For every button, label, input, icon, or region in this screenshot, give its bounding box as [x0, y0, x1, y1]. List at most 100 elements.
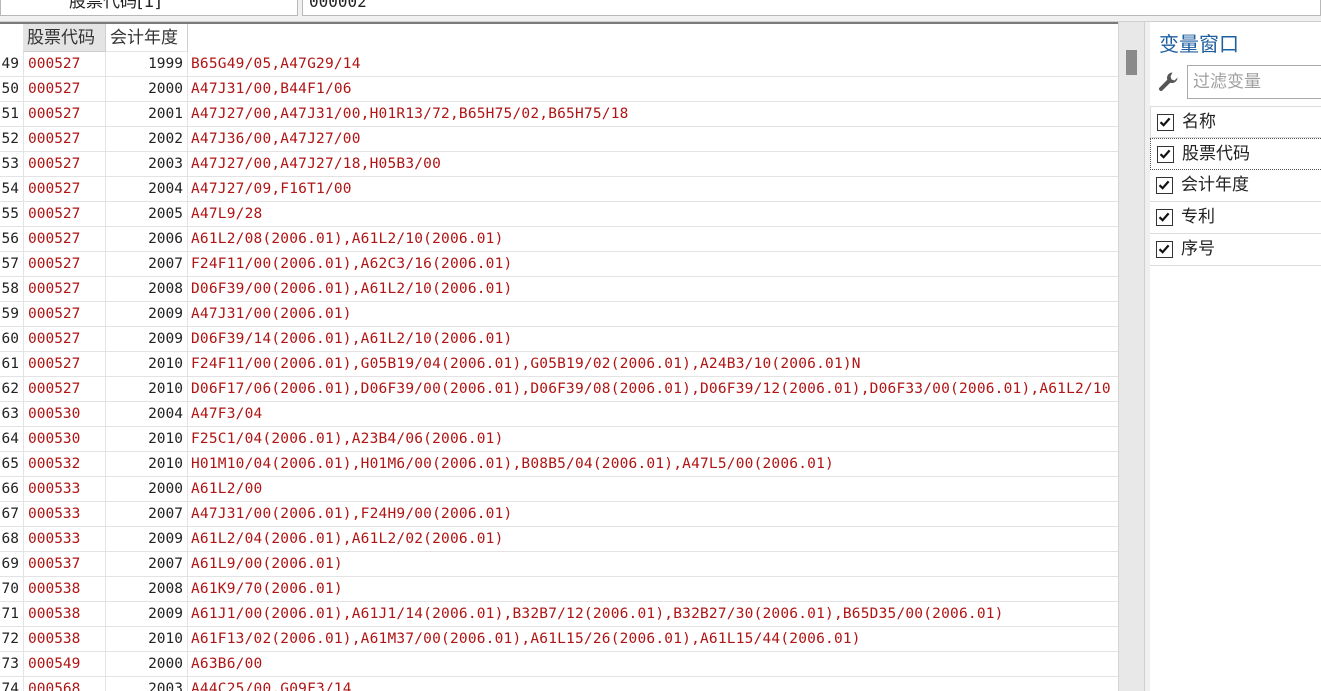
- cell-fiscal-year[interactable]: 2010: [106, 452, 188, 477]
- cell-patent[interactable]: A61F13/02(2006.01),A61M37/00(2006.01),A6…: [191, 627, 1118, 652]
- cell-stock-code[interactable]: 000538: [23, 627, 106, 652]
- cell-fiscal-year[interactable]: 2010: [106, 627, 188, 652]
- cell-stock-code[interactable]: 000537: [23, 552, 106, 577]
- cell-stock-code[interactable]: 000527: [23, 52, 106, 77]
- cell-stock-code[interactable]: 000527: [23, 377, 106, 402]
- cell-fiscal-year[interactable]: 2009: [106, 527, 188, 552]
- cell-fiscal-year[interactable]: 2009: [106, 302, 188, 327]
- cell-fiscal-year[interactable]: 2002: [106, 127, 188, 152]
- table-row[interactable]: 71 000538 2009 A61J1/00(2006.01),A61J1/14(2…: [0, 602, 1118, 627]
- cell-patent[interactable]: H01M10/04(2006.01),H01M6/00(2006.01),B08…: [191, 452, 1118, 477]
- table-row[interactable]: 64 000530 2010 F25C1/04(2006.01),A23B4/06(2…: [0, 427, 1118, 452]
- table-row[interactable]: 50 000527 2000 A47J31/00,B44F1/06: [0, 77, 1118, 102]
- cell-fiscal-year[interactable]: 2009: [106, 602, 188, 627]
- table-row[interactable]: 52 000527 2002 A47J36/00,A47J27/00: [0, 127, 1118, 152]
- cell-fiscal-year[interactable]: 2003: [106, 677, 188, 691]
- cell-patent[interactable]: D06F39/00(2006.01),A61L2/10(2006.01): [191, 277, 1118, 302]
- column-header-stock-code[interactable]: 股票代码: [23, 24, 106, 52]
- cell-patent[interactable]: D06F39/14(2006.01),A61L2/10(2006.01): [191, 327, 1118, 352]
- table-row[interactable]: 66 000533 2000 A61L2/00: [0, 477, 1118, 502]
- cell-stock-code[interactable]: 000527: [23, 252, 106, 277]
- cell-fiscal-year[interactable]: 2006: [106, 227, 188, 252]
- cell-fiscal-year[interactable]: 2003: [106, 152, 188, 177]
- cell-patent[interactable]: A47J31/00(2006.01): [191, 302, 1118, 327]
- table-row[interactable]: 57 000527 2007 F24F11/00(2006.01),A62C3/16(…: [0, 252, 1118, 277]
- table-row[interactable]: 60 000527 2009 D06F39/14(2006.01),A61L2/10(…: [0, 327, 1118, 352]
- cell-patent[interactable]: A61J1/00(2006.01),A61J1/14(2006.01),B32B…: [191, 602, 1118, 627]
- cell-stock-code[interactable]: 000568: [23, 677, 106, 691]
- table-row[interactable]: 62 000527 2010 D06F17/06(2006.01),D06F39/00…: [0, 377, 1118, 402]
- table-row[interactable]: 61 000527 2010 F24F11/00(2006.01),G05B19/04…: [0, 352, 1118, 377]
- cell-fiscal-year[interactable]: 2010: [106, 427, 188, 452]
- table-row[interactable]: 69 000537 2007 A61L9/00(2006.01): [0, 552, 1118, 577]
- cell-fiscal-year[interactable]: 2007: [106, 502, 188, 527]
- cell-fiscal-year[interactable]: 2000: [106, 477, 188, 502]
- table-row[interactable]: 73 000549 2000 A63B6/00: [0, 652, 1118, 677]
- cell-patent[interactable]: A47J31/00,B44F1/06: [191, 77, 1118, 102]
- cell-fiscal-year[interactable]: 1999: [106, 52, 188, 77]
- cell-patent[interactable]: A47J27/00,A47J31/00,H01R13/72,B65H75/02,…: [191, 102, 1118, 127]
- cell-fiscal-year[interactable]: 2004: [106, 177, 188, 202]
- table-row[interactable]: 70 000538 2008 A61K9/70(2006.01): [0, 577, 1118, 602]
- cell-patent[interactable]: A47J31/00(2006.01),F24H9/00(2006.01): [191, 502, 1118, 527]
- cell-patent[interactable]: A47J27/09,F16T1/00: [191, 177, 1118, 202]
- cell-stock-code[interactable]: 000538: [23, 602, 106, 627]
- cell-patent[interactable]: A61K9/70(2006.01): [191, 577, 1118, 602]
- vertical-scrollbar[interactable]: [1118, 22, 1144, 691]
- cell-stock-code[interactable]: 000549: [23, 652, 106, 677]
- cell-stock-code[interactable]: 000527: [23, 277, 106, 302]
- table-row[interactable]: 68 000533 2009 A61L2/04(2006.01),A61L2/02(2…: [0, 527, 1118, 552]
- table-row[interactable]: 51 000527 2001 A47J27/00,A47J31/00,H01R13/7…: [0, 102, 1118, 127]
- cell-stock-code[interactable]: 000527: [23, 352, 106, 377]
- cell-patent[interactable]: F24F11/00(2006.01),G05B19/04(2006.01),G0…: [191, 352, 1118, 377]
- table-row[interactable]: 56 000527 2006 A61L2/08(2006.01),A61L2/10(2…: [0, 227, 1118, 252]
- cell-patent[interactable]: D06F17/06(2006.01),D06F39/00(2006.01),D0…: [191, 377, 1118, 402]
- variable-item[interactable]: 会计年度: [1150, 170, 1321, 202]
- cell-fiscal-year[interactable]: 2008: [106, 277, 188, 302]
- cell-patent[interactable]: A63B6/00: [191, 652, 1118, 677]
- variable-item[interactable]: 股票代码: [1150, 138, 1321, 170]
- table-row[interactable]: 63 000530 2004 A47F3/04: [0, 402, 1118, 427]
- checkbox[interactable]: [1156, 241, 1173, 258]
- checkbox[interactable]: [1156, 209, 1173, 226]
- checkbox[interactable]: [1157, 114, 1174, 131]
- table-row[interactable]: 74 000568 2003 A44C25/00,G09F3/14: [0, 677, 1118, 691]
- cell-stock-code[interactable]: 000527: [23, 302, 106, 327]
- variable-item[interactable]: 名称: [1150, 106, 1321, 138]
- table-row[interactable]: 54 000527 2004 A47J27/09,F16T1/00: [0, 177, 1118, 202]
- cell-stock-code[interactable]: 000527: [23, 77, 106, 102]
- cell-stock-code[interactable]: 000533: [23, 527, 106, 552]
- cell-fiscal-year[interactable]: 2008: [106, 577, 188, 602]
- cell-patent[interactable]: B65G49/05,A47G29/14: [191, 52, 1118, 77]
- cell-patent[interactable]: F24F11/00(2006.01),A62C3/16(2006.01): [191, 252, 1118, 277]
- cell-stock-code[interactable]: 000527: [23, 127, 106, 152]
- table-row[interactable]: 53 000527 2003 A47J27/00,A47J27/18,H05B3/00: [0, 152, 1118, 177]
- cell-patent[interactable]: A47F3/04: [191, 402, 1118, 427]
- cell-patent[interactable]: A47J27/00,A47J27/18,H05B3/00: [191, 152, 1118, 177]
- cell-stock-code[interactable]: 000527: [23, 327, 106, 352]
- scrollbar-thumb[interactable]: [1126, 50, 1137, 75]
- cell-fiscal-year[interactable]: 2007: [106, 252, 188, 277]
- cell-stock-code[interactable]: 000530: [23, 402, 106, 427]
- checkbox[interactable]: [1156, 177, 1173, 194]
- cell-fiscal-year[interactable]: 2007: [106, 552, 188, 577]
- cell-patent[interactable]: A47L9/28: [191, 202, 1118, 227]
- cell-fiscal-year[interactable]: 2009: [106, 327, 188, 352]
- cell-fiscal-year[interactable]: 2010: [106, 377, 188, 402]
- variable-item[interactable]: 专利: [1150, 202, 1321, 234]
- cell-stock-code[interactable]: 000527: [23, 227, 106, 252]
- cell-stock-code[interactable]: 000530: [23, 427, 106, 452]
- table-row[interactable]: 67 000533 2007 A47J31/00(2006.01),F24H9/00(…: [0, 502, 1118, 527]
- variable-filter-input[interactable]: [1187, 65, 1321, 99]
- cell-fiscal-year[interactable]: 2000: [106, 77, 188, 102]
- cell-patent[interactable]: F25C1/04(2006.01),A23B4/06(2006.01): [191, 427, 1118, 452]
- cell-fiscal-year[interactable]: 2001: [106, 102, 188, 127]
- cell-patent[interactable]: A61L2/00: [191, 477, 1118, 502]
- filter-field-value[interactable]: 000002: [302, 0, 1321, 16]
- cell-stock-code[interactable]: 000533: [23, 477, 106, 502]
- cell-fiscal-year[interactable]: 2010: [106, 352, 188, 377]
- variable-item[interactable]: 序号: [1150, 234, 1321, 266]
- table-row[interactable]: 49 000527 1999 B65G49/05,A47G29/14: [0, 52, 1118, 77]
- cell-stock-code[interactable]: 000527: [23, 202, 106, 227]
- filter-field-label[interactable]: 股票代码[1]: [0, 0, 298, 16]
